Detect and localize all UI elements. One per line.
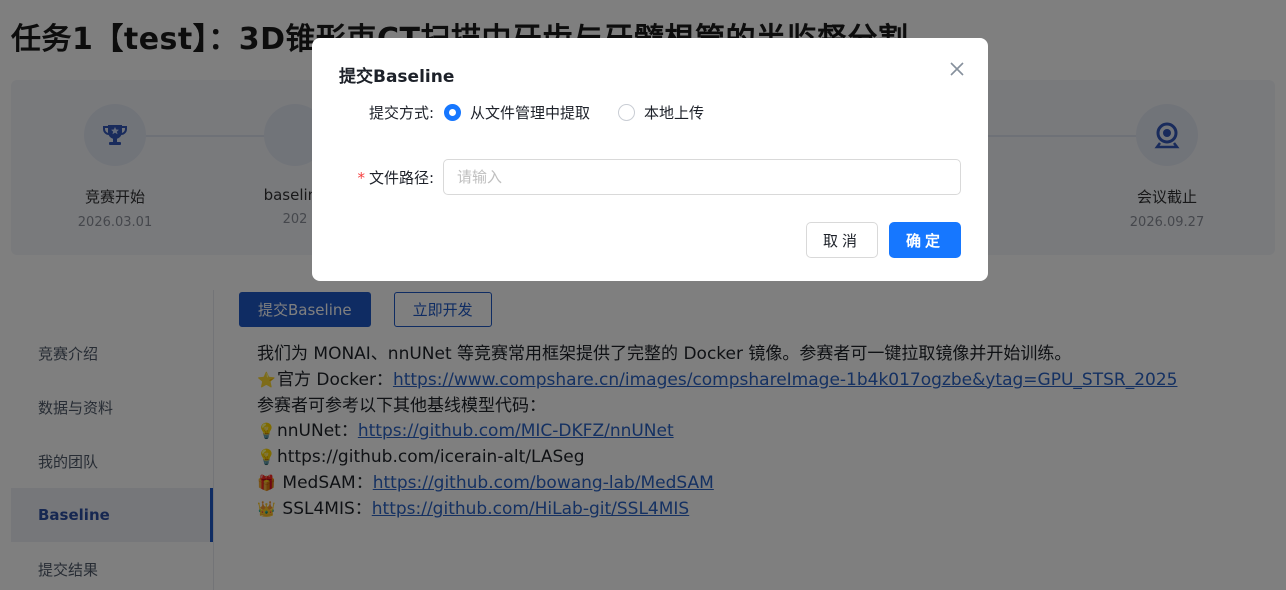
file-path-label: * 文件路径: (357, 168, 434, 187)
submit-method-row: 提交方式: 从文件管理中提取 本地上传 (312, 102, 722, 123)
radio-checked-icon[interactable] (444, 104, 461, 121)
radio-unchecked-icon[interactable] (618, 104, 636, 121)
submit-method-label: 提交方式: (368, 104, 434, 122)
radio-file-manager[interactable]: 从文件管理中提取 (444, 102, 590, 123)
radio-label: 本地上传 (644, 104, 705, 122)
submit-baseline-modal: 提交Baseline 提交方式: 从文件管理中提取 本地上传 *文件路径: 取消… (312, 38, 988, 281)
cancel-button[interactable]: 取消 (806, 222, 878, 258)
file-path-row: * 文件路径: (312, 159, 961, 195)
confirm-button[interactable]: 确定 (889, 222, 961, 258)
radio-local-upload[interactable]: 本地上传 (618, 102, 704, 123)
file-path-input[interactable] (443, 159, 961, 195)
required-mark: * (357, 168, 365, 187)
modal-title: 提交Baseline (339, 67, 455, 87)
radio-label: 从文件管理中提取 (470, 104, 591, 122)
close-icon[interactable] (946, 58, 968, 80)
